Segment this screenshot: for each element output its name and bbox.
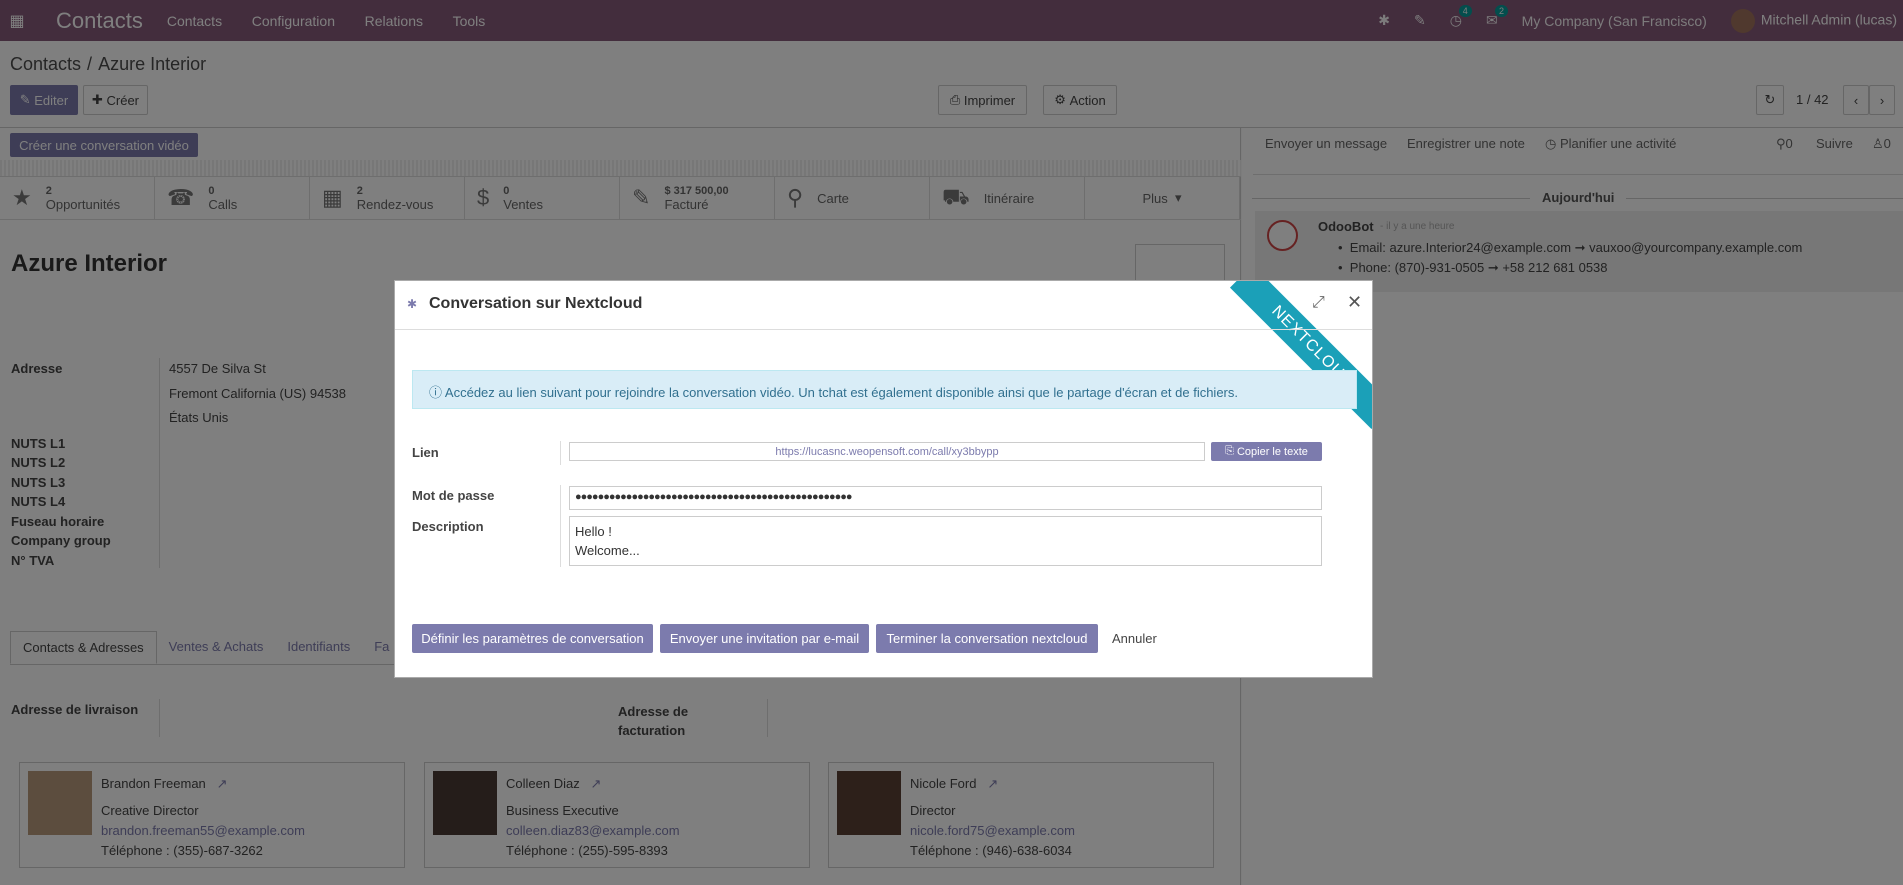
- fields-separator: [560, 485, 561, 567]
- link-label: Lien: [412, 445, 439, 460]
- send-email-invitation-button[interactable]: Envoyer une invitation par e-mail: [660, 624, 869, 653]
- copy-text-button[interactable]: ⎘ Copier le texte: [1211, 442, 1322, 461]
- dialog-title: Conversation sur Nextcloud: [429, 295, 643, 312]
- set-conversation-params-button[interactable]: Définir les paramètres de conversation: [412, 624, 653, 653]
- copy-icon: ⎘: [1225, 445, 1234, 457]
- nextcloud-dialog: NEXTCLOUD ✱ Conversation sur Nextcloud ⤢…: [394, 280, 1373, 678]
- description-label: Description: [412, 519, 484, 534]
- dialog-header: ✱ Conversation sur Nextcloud ⤢ ✕: [395, 281, 1372, 330]
- bug-icon: ✱: [407, 297, 418, 311]
- description-field[interactable]: Hello ! Welcome...: [569, 516, 1322, 566]
- link-separator: [560, 441, 561, 465]
- password-label: Mot de passe: [412, 488, 495, 503]
- expand-icon[interactable]: ⤢: [1312, 294, 1325, 312]
- close-icon[interactable]: ✕: [1347, 292, 1362, 313]
- cancel-button[interactable]: Annuler: [1112, 631, 1157, 646]
- info-icon: ⓘ: [429, 385, 443, 400]
- info-alert: ⓘ Accédez au lien suivant pour rejoindre…: [412, 370, 1357, 409]
- end-conversation-button[interactable]: Terminer la conversation nextcloud: [876, 624, 1098, 653]
- password-field[interactable]: ●●●●●●●●●●●●●●●●●●●●●●●●●●●●●●●●●●●●●●●●…: [569, 486, 1322, 510]
- link-field[interactable]: https://lucasnc.weopensoft.com/call/xy3b…: [569, 442, 1205, 461]
